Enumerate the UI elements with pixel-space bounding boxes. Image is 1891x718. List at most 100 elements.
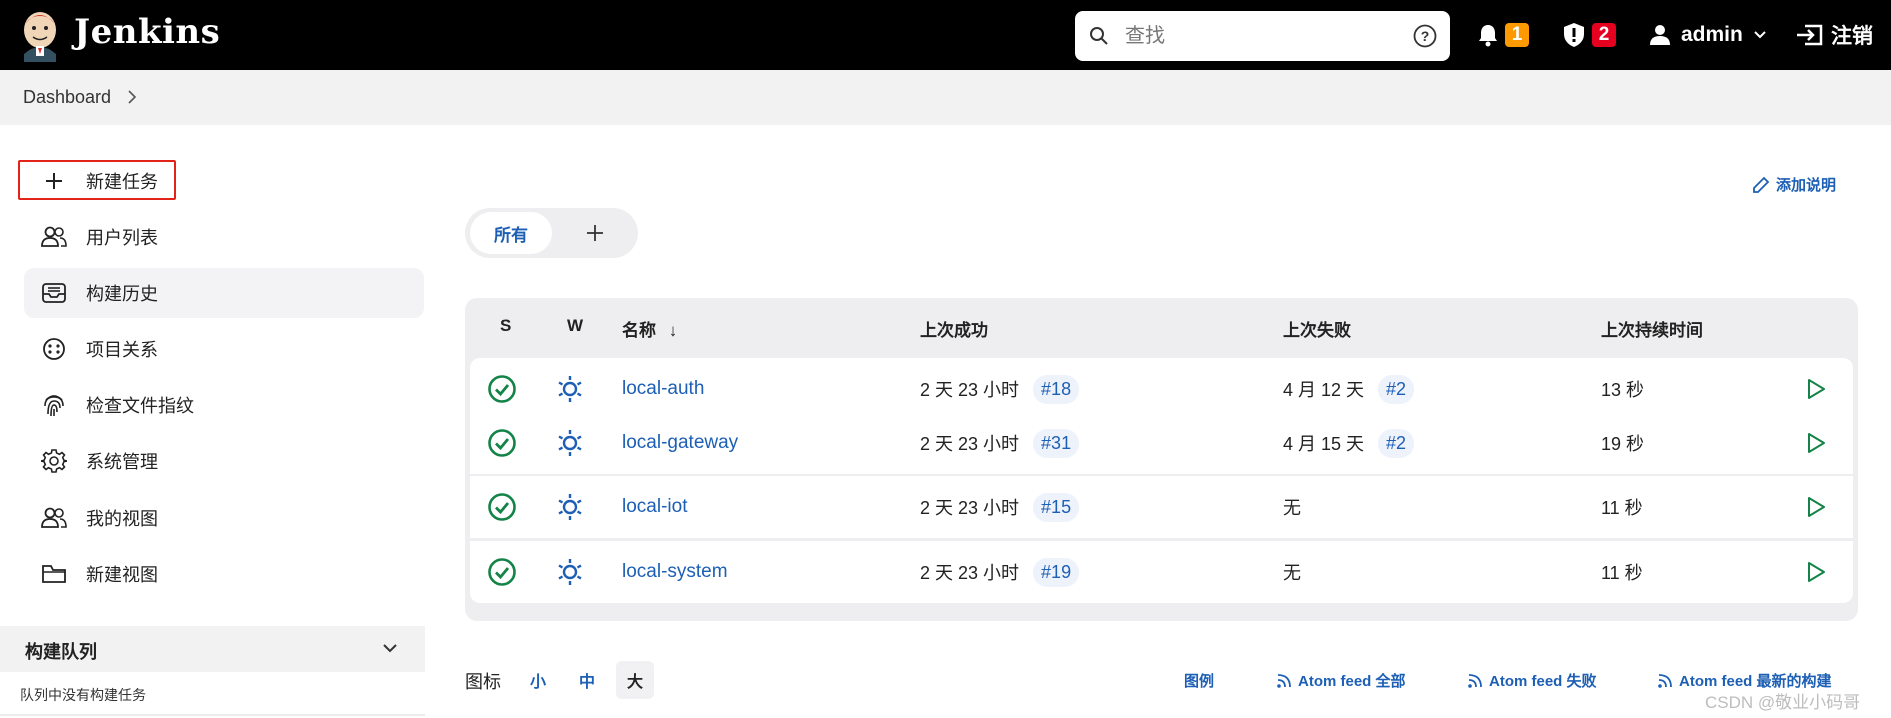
sidebar-item-label: 我的视图 (86, 509, 158, 529)
play-icon[interactable] (1805, 476, 1827, 538)
column-header-weather[interactable]: W (567, 316, 583, 336)
shield-icon (1564, 23, 1584, 47)
last-failure-time: 无 (1283, 498, 1301, 518)
sidebar-item-new-item[interactable]: 新建任务 (24, 156, 424, 206)
success-status-icon[interactable] (487, 476, 517, 538)
rss-icon (1658, 673, 1672, 688)
atom-feed-failed-label: Atom feed 失败 (1489, 673, 1597, 690)
success-status-icon[interactable] (487, 541, 517, 603)
table-row: local-iot 2 天 23 小时 #15 无 11 秒 (470, 476, 1853, 538)
icon-size-label: 图标 (465, 672, 501, 692)
icon-size-medium[interactable]: 中 (568, 661, 606, 699)
last-failure-time: 无 (1283, 563, 1301, 583)
sunny-weather-icon[interactable] (556, 476, 584, 538)
job-link[interactable]: local-iot (622, 496, 687, 518)
last-success-time: 2 天 23 小时 (920, 563, 1020, 583)
build-link[interactable]: #2 (1378, 428, 1415, 458)
sunny-weather-icon[interactable] (556, 358, 584, 420)
column-header-status[interactable]: S (500, 316, 511, 336)
add-description-link[interactable]: 添加说明 (1752, 174, 1836, 195)
notifications-badge: 1 (1505, 23, 1529, 47)
legend-link[interactable]: 图例 (1184, 670, 1214, 691)
last-duration: 11 秒 (1601, 563, 1643, 583)
icon-size-large[interactable]: 大 (616, 661, 654, 699)
icon-size-small[interactable]: 小 (519, 661, 557, 699)
brand-title[interactable]: Jenkins (74, 12, 220, 52)
last-success-time: 2 天 23 小时 (920, 434, 1020, 454)
view-tabs: 所有 (465, 208, 638, 258)
sidebar-item-new-view[interactable]: 新建视图 (24, 549, 424, 599)
sidebar-item-fingerprint[interactable]: 检查文件指纹 (24, 380, 424, 430)
play-icon[interactable] (1805, 412, 1827, 474)
last-duration: 13 秒 (1601, 380, 1645, 400)
column-header-last-duration[interactable]: 上次持续时间 (1601, 316, 1703, 341)
folder-icon (40, 560, 68, 588)
divider (0, 714, 425, 716)
last-duration: 11 秒 (1601, 498, 1643, 518)
top-header: Jenkins ? 1 2 admin (0, 0, 1891, 70)
sidebar-item-label: 新建任务 (86, 172, 158, 192)
build-link[interactable]: #2 (1378, 374, 1415, 404)
build-link[interactable]: #19 (1033, 557, 1080, 587)
play-icon[interactable] (1805, 541, 1827, 603)
play-icon[interactable] (1805, 358, 1827, 420)
build-queue-header[interactable]: 构建队列 (0, 626, 425, 672)
pencil-icon (1753, 176, 1770, 193)
sidebar-item-build-history[interactable]: 构建历史 (24, 268, 424, 318)
logout-button[interactable]: 注销 (1795, 0, 1873, 70)
build-link[interactable]: #18 (1033, 374, 1080, 404)
sidebar-item-label: 系统管理 (86, 452, 158, 472)
tab-all[interactable]: 所有 (470, 212, 552, 254)
last-failure-time: 4 月 12 天 (1283, 380, 1365, 400)
bell-icon (1479, 25, 1497, 47)
rss-icon (1468, 673, 1482, 688)
last-duration: 19 秒 (1601, 434, 1645, 454)
help-icon[interactable]: ? (1413, 24, 1437, 48)
column-header-last-failure[interactable]: 上次失败 (1283, 316, 1351, 341)
jenkins-logo-icon[interactable] (20, 10, 60, 62)
username: admin (1681, 23, 1743, 46)
relationship-icon (40, 335, 68, 363)
security-badge: 2 (1592, 23, 1616, 47)
chevron-right-icon[interactable] (126, 89, 138, 105)
rss-icon (1277, 673, 1291, 688)
users-icon (40, 504, 68, 532)
gear-icon (40, 447, 68, 475)
success-status-icon[interactable] (487, 358, 517, 420)
sunny-weather-icon[interactable] (556, 541, 584, 603)
search-input[interactable] (1125, 21, 1395, 51)
success-status-icon[interactable] (487, 412, 517, 474)
sidebar-item-users[interactable]: 用户列表 (24, 212, 424, 262)
job-link[interactable]: local-auth (622, 378, 704, 400)
column-header-name[interactable]: 名称 ↓ (622, 316, 677, 341)
sidebar-item-label: 检查文件指纹 (86, 396, 194, 416)
svg-text:?: ? (1421, 28, 1430, 44)
build-link[interactable]: #31 (1033, 428, 1080, 458)
sidebar-item-manage[interactable]: 系统管理 (24, 436, 424, 486)
search-box: ? (1075, 11, 1450, 61)
plus-icon[interactable] (583, 221, 607, 245)
table-row: local-gateway 2 天 23 小时 #31 4 月 15 天 #2 19… (470, 412, 1853, 474)
atom-feed-failed-link[interactable]: Atom feed 失败 (1467, 670, 1597, 691)
notifications-button[interactable]: 1 (1477, 0, 1529, 70)
table-row: local-system 2 天 23 小时 #19 无 11 秒 (470, 541, 1853, 603)
sunny-weather-icon[interactable] (556, 412, 584, 474)
job-link[interactable]: local-gateway (622, 432, 738, 454)
sort-arrow-icon: ↓ (668, 321, 678, 340)
job-link[interactable]: local-system (622, 561, 728, 583)
build-link[interactable]: #15 (1033, 492, 1080, 522)
breadcrumb-dashboard[interactable]: Dashboard (23, 87, 111, 108)
user-menu[interactable]: admin (1649, 0, 1767, 70)
security-button[interactable]: 2 (1562, 0, 1616, 70)
atom-feed-all-link[interactable]: Atom feed 全部 (1276, 670, 1406, 691)
sidebar-item-label: 构建历史 (86, 284, 158, 304)
last-failure-time: 4 月 15 天 (1283, 434, 1365, 454)
users-icon (40, 223, 68, 251)
sidebar-item-project-relationship[interactable]: 项目关系 (24, 324, 424, 374)
sidebar-item-label: 用户列表 (86, 228, 158, 248)
column-header-last-success[interactable]: 上次成功 (920, 316, 988, 341)
table-row: local-auth 2 天 23 小时 #18 4 月 12 天 #2 13 秒 (470, 358, 1853, 420)
sidebar-item-my-views[interactable]: 我的视图 (24, 493, 424, 543)
chevron-down-icon[interactable] (382, 642, 398, 654)
last-success-time: 2 天 23 小时 (920, 498, 1020, 518)
